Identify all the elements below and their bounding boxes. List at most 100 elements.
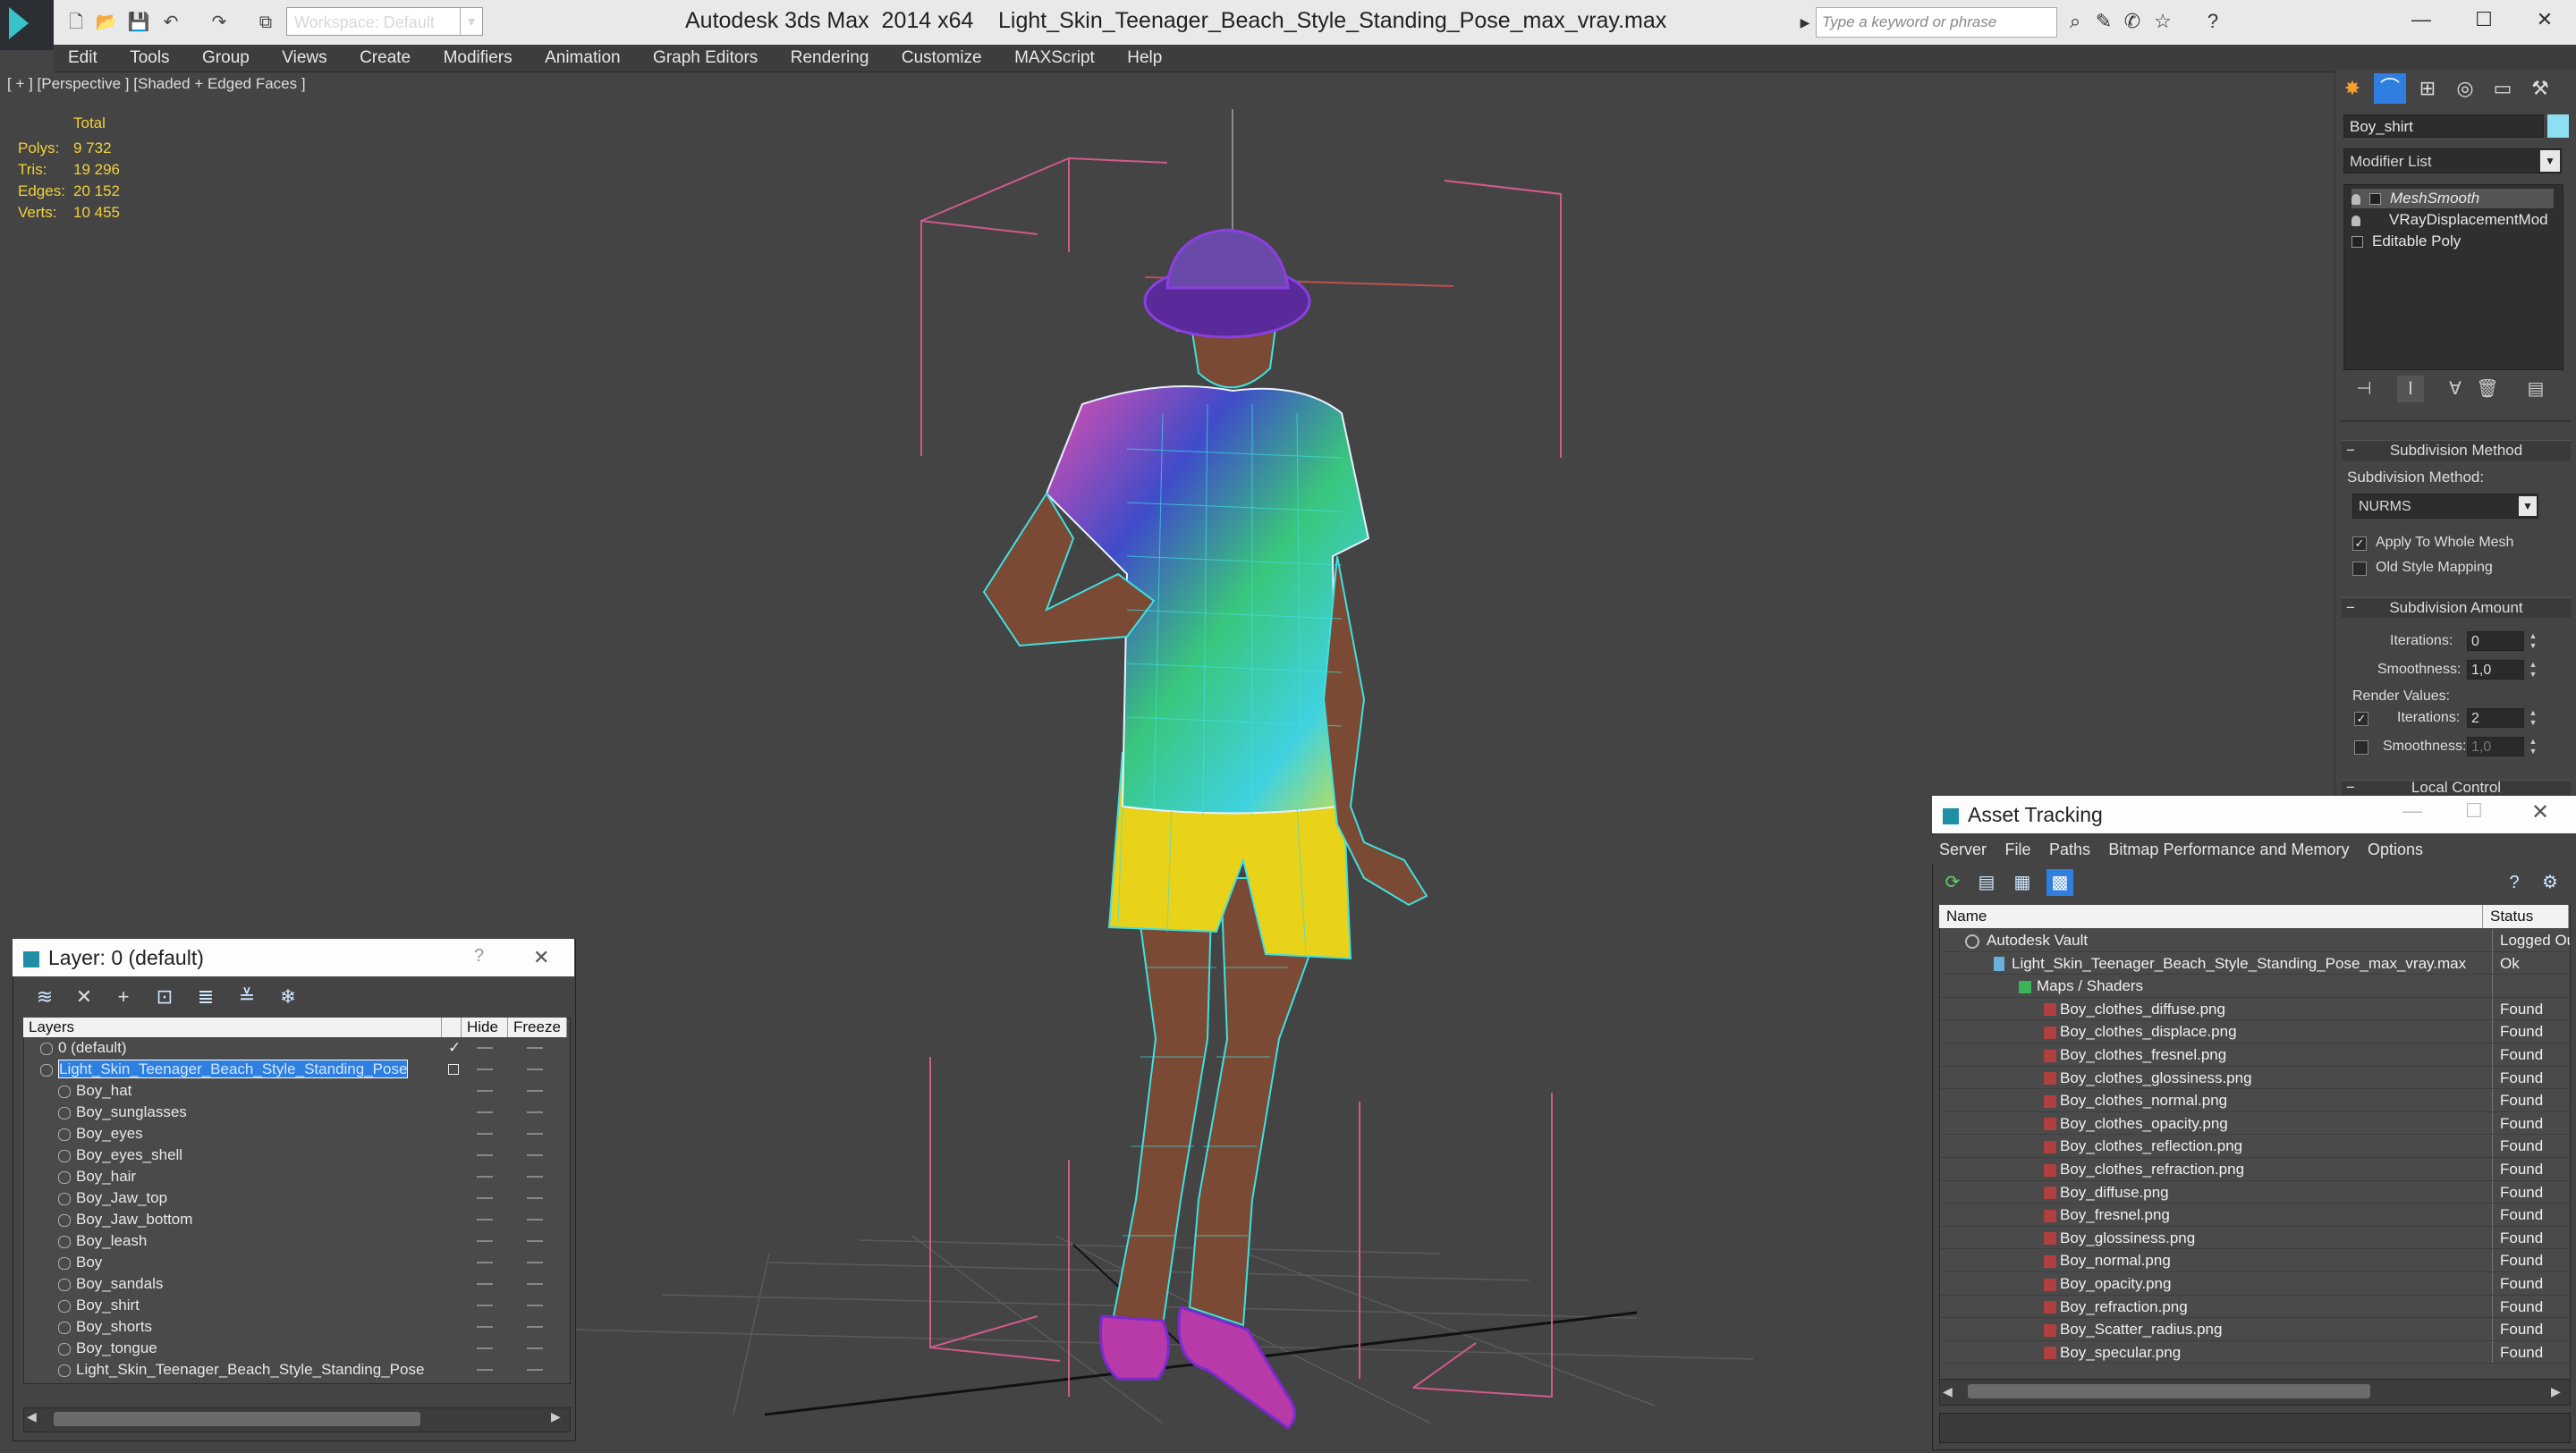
asset-row[interactable]: Boy_clothes_opacity.png Found [1940,1111,2570,1136]
scroll-right-icon[interactable]: ▶ [2551,1384,2561,1399]
pin-stack-icon[interactable]: ⊣ [2351,376,2377,402]
grid-view-icon[interactable]: ▩ [2046,869,2073,896]
asset-menu-file[interactable]: File [1997,835,2038,864]
hide-toggle[interactable] [477,1176,493,1178]
asset-row[interactable]: Boy_clothes_displace.png Found [1940,1020,2570,1043]
layer-row[interactable]: Boy_eyes_shell [24,1145,568,1166]
modify-tab-icon[interactable]: ⌒ [2374,73,2406,104]
chevron-down-icon[interactable]: ▼ [460,7,482,36]
hierarchy-tab-icon[interactable]: ⊞ [2411,73,2444,104]
freeze-toggle[interactable] [527,1219,543,1221]
layer-row[interactable]: Boy_shirt [24,1295,568,1316]
asset-row[interactable]: Autodesk Vault Logged Out [1940,929,2570,952]
close-button[interactable]: ✕ [2531,799,2549,825]
app-menu-button[interactable] [0,0,54,50]
minimize-button[interactable]: — [2390,0,2453,39]
asset-row[interactable]: Boy_clothes_glossiness.png Found [1940,1066,2570,1090]
communication-icon[interactable]: ✆ [2120,9,2145,34]
freeze-toggle[interactable] [527,1326,543,1328]
layer-row[interactable]: Boy_hat [24,1080,568,1102]
asset-row[interactable]: Light_Skin_Teenager_Beach_Style_Standing… [1940,951,2570,976]
freeze-toggle[interactable] [527,1262,543,1263]
hide-toggle[interactable] [477,1111,493,1113]
maximize-button[interactable]: ☐ [2465,799,2483,823]
modifier-list-dropdown[interactable]: Modifier List [2343,148,2562,173]
hide-all-layers-icon[interactable]: ≚ [233,984,261,1010]
subscription-icon[interactable]: ✎ [2091,9,2116,34]
freeze-toggle[interactable] [527,1240,543,1242]
layer-row[interactable]: Boy_leash [24,1230,568,1252]
redo-icon[interactable]: ↷ [208,11,231,34]
add-to-layer-icon[interactable]: + [109,984,138,1010]
hide-toggle[interactable] [477,1262,493,1263]
layer-window-titlebar[interactable]: Layer: 0 (default) [13,939,574,976]
workspace-selector[interactable]: Workspace: Default [286,7,483,36]
help-icon[interactable]: ? [2501,869,2528,896]
column-header-layers[interactable]: Layers [23,1018,442,1037]
render-iterations-checkbox[interactable]: ✓ [2354,712,2368,726]
list-view-icon[interactable]: ▤ [1973,869,2000,896]
freeze-toggle[interactable] [527,1197,543,1199]
asset-row[interactable]: Boy_clothes_diffuse.png Found [1940,997,2570,1021]
configure-sets-icon[interactable]: ▤ [2522,376,2549,402]
asset-row[interactable]: Maps / Shaders [1940,975,2570,998]
freeze-toggle[interactable] [527,1176,543,1178]
display-tab-icon[interactable]: ▭ [2487,73,2519,104]
column-header-status[interactable]: Status [2483,905,2569,928]
search-input[interactable]: Type a keyword or phrase [1816,7,2057,38]
layer-row[interactable]: Boy [24,1252,568,1273]
freeze-toggle[interactable] [527,1305,543,1306]
asset-menu-paths[interactable]: Paths [2042,835,2097,864]
asset-menu-options[interactable]: Options [2360,835,2430,864]
new-file-icon[interactable]: 🗋 [64,11,88,34]
scroll-right-icon[interactable]: ▶ [551,1409,561,1424]
column-header-freeze[interactable]: Freeze [508,1018,567,1037]
hide-toggle[interactable] [477,1305,493,1306]
menu-maxscript[interactable]: MAXScript [1000,45,1109,72]
asset-row[interactable]: Boy_diffuse.png Found [1940,1180,2570,1204]
asset-row[interactable]: Boy_refraction.png Found [1940,1295,2570,1319]
hide-toggle[interactable] [477,1347,493,1349]
asset-row[interactable]: Boy_clothes_reflection.png Found [1940,1135,2570,1158]
layer-row[interactable]: Light_Skin_Teenager_Beach_Style_Standing… [24,1359,568,1381]
favorites-star-icon[interactable]: ☆ [2150,9,2175,34]
scroll-left-icon[interactable]: ◀ [1943,1384,1953,1399]
project-folder-icon[interactable]: ⧉ [254,11,277,34]
object-name-field[interactable]: Boy_shirt [2343,114,2544,138]
asset-menu-bitmap-performance[interactable]: Bitmap Performance and Memory [2101,835,2356,864]
layer-row[interactable]: Light_Skin_Teenager_Beach_Style_Standing… [24,1059,568,1080]
spinner-arrows-icon[interactable]: ▲ ▼ [2528,631,2538,651]
hide-toggle[interactable] [477,1133,493,1135]
freeze-toggle[interactable] [527,1283,543,1285]
scrollbar-thumb[interactable] [1968,1384,2370,1398]
menu-views[interactable]: Views [267,45,341,72]
old-style-mapping-checkbox[interactable] [2352,562,2367,576]
chevron-down-icon[interactable]: ▼ [2540,150,2560,172]
hide-toggle[interactable] [477,1090,493,1092]
rollout-subdivision-method[interactable]: − Subdivision Method [2342,440,2571,460]
asset-row[interactable]: Boy_glossiness.png Found [1940,1226,2570,1250]
hide-toggle[interactable] [477,1240,493,1242]
spinner-arrows-icon[interactable]: ▲ ▼ [2528,660,2538,680]
lightbulb-icon[interactable] [2351,215,2360,226]
lightbulb-icon[interactable] [2351,193,2360,205]
remove-modifier-icon[interactable]: 🗑 [2474,376,2501,402]
column-header-name[interactable]: Name [1939,905,2483,928]
render-iterations-spinner[interactable]: 2 [2467,708,2524,728]
freeze-toggle[interactable] [527,1047,543,1049]
delete-layer-icon[interactable]: ✕ [70,984,98,1010]
make-current-icon[interactable] [448,1064,459,1075]
hide-toggle[interactable] [477,1154,493,1156]
menu-animation[interactable]: Animation [530,45,635,72]
layer-row[interactable]: Boy_sandals [24,1273,568,1295]
spinner-arrows-icon[interactable]: ▲ ▼ [2528,737,2538,756]
scrollbar-thumb[interactable] [54,1412,420,1426]
spinner-arrows-icon[interactable]: ▲ ▼ [2528,708,2538,728]
menu-rendering[interactable]: Rendering [776,45,884,72]
hide-toggle[interactable] [477,1369,493,1371]
subdivision-method-select[interactable]: NURMS [2352,494,2538,519]
menu-edit[interactable]: Edit [54,45,112,72]
hide-toggle[interactable] [477,1197,493,1199]
menu-graph-editors[interactable]: Graph Editors [639,45,772,72]
hide-toggle[interactable] [477,1069,493,1070]
